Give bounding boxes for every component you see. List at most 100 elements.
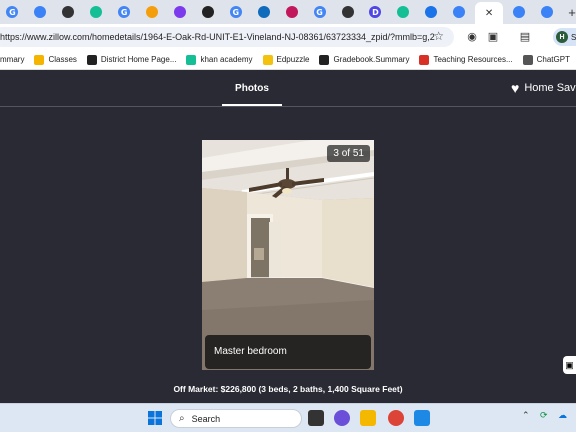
drive-icon [540,6,553,18]
browser-tab[interactable] [56,2,81,22]
browser-tab[interactable] [335,2,360,22]
address-bar[interactable]: https://www.zillow.com/homedetails/1964-… [0,27,454,47]
file-explorer-icon[interactable] [360,410,376,426]
bookmark-label: mmary [0,55,25,64]
photos-tab[interactable]: Photos [222,83,282,94]
side-panel-toggle-icon[interactable]: ▣ [563,356,576,374]
photo-viewer-header: Photos ♥ Home Sav [0,71,576,107]
copilot-icon[interactable] [334,410,350,426]
github-icon [341,6,354,18]
taskbar-search[interactable]: ⌕ Search [170,409,302,428]
sync-icon[interactable]: ⟳ [540,411,548,421]
browser-tab[interactable] [447,2,472,22]
search-icon [425,6,438,18]
khan-icon [397,6,410,18]
taskbar-search-label: Search [191,413,221,424]
outlook-icon [257,6,270,18]
save-home-label: Home Sav [524,82,576,94]
bookmark-item[interactable]: District Home Page... [86,54,177,65]
bookmark-item[interactable]: Gradebook.Summary [319,54,410,65]
browser-tab[interactable]: G [112,2,137,22]
onedrive-icon[interactable]: ☁ [558,411,567,421]
browser-tab[interactable] [534,2,559,22]
photo-counter: 3 of 51 [327,145,370,162]
profile-button[interactable]: H Sc [553,28,576,46]
active-tab[interactable]: ✕ [474,2,504,24]
bookmark-item[interactable]: Edpuzzle [262,54,310,65]
teaching-icon [419,54,430,65]
browser-tab[interactable] [140,2,165,22]
sidepanel-icon[interactable]: ▤ [519,30,531,43]
browser-tab[interactable] [168,2,193,22]
google-icon: G [313,6,326,18]
district-icon [86,54,97,65]
browser-tab[interactable] [419,2,444,22]
listing-summary: Off Market: $226,800 (3 beds, 2 baths, 1… [173,384,403,394]
google-icon: G [229,6,242,18]
bookmark-label: Gradebook.Summary [333,55,410,64]
windows-icon [148,411,162,425]
khan-icon [90,6,103,18]
new-tab-button[interactable]: + [568,5,576,20]
search-icon: ⌕ [179,413,185,424]
browser-tab[interactable] [391,2,416,22]
windows-taskbar: ⌕ Search ⌃ ⟳ ☁ [0,403,576,432]
photos-tab-underline [222,104,282,106]
bookmark-star-icon[interactable]: ☆ [433,29,444,43]
profile-label: Sc [571,32,576,42]
bookmark-label: Teaching Resources... [433,55,513,64]
bookmark-item[interactable]: Teaching Resources... [419,54,513,65]
photos-app-icon[interactable] [414,410,430,426]
chrome-icon[interactable] [388,410,404,426]
google-icon: G [6,6,19,18]
browser-tab[interactable] [84,2,109,22]
url-text[interactable]: https://www.zillow.com/homedetails/1964-… [0,32,435,42]
drive-icon [34,6,47,18]
listing-photo[interactable]: 3 of 51 Master bedroom [202,140,374,370]
tab-strip: G G G G D ✕ + [0,0,576,24]
drive-icon [512,6,525,18]
heart-icon: ♥ [511,80,520,96]
red-icon [285,6,298,18]
bookmarks-bar: mmary Classes District Home Page... khan ac… [0,50,576,70]
bookmark-item[interactable]: Classes [34,54,77,65]
browser-tab[interactable] [251,2,276,22]
bookmark-label: khan academy [200,55,253,64]
orange-icon [146,6,159,18]
bookmark-label: Edpuzzle [276,55,310,64]
edpuzzle-icon [262,54,273,65]
github-icon [62,6,75,18]
bookmark-item[interactable]: ChatGPT [522,54,570,65]
browser-tab[interactable] [28,2,53,22]
browser-tab[interactable] [279,2,304,22]
docs-icon: D [369,6,382,18]
browser-tab[interactable]: G [223,2,248,22]
browser-tab[interactable]: G [307,2,332,22]
extension-icon[interactable]: ◉ [466,30,478,43]
start-button[interactable] [147,410,163,426]
photo-caption: Master bedroom [205,335,371,369]
gradebook-icon [319,54,330,65]
tray-chevron-icon[interactable]: ⌃ [522,411,530,421]
chatgpt-icon [522,54,533,65]
save-home-button[interactable]: ♥ Home Sav [511,81,576,95]
classroom-icon [34,54,45,65]
avatar: H [556,31,568,43]
drive-icon [453,6,466,18]
puzzle-icon[interactable]: ▣ [487,30,499,43]
bookmark-label: District Home Page... [100,55,177,64]
bookmark-item[interactable]: mmary [0,55,24,64]
bookmark-item[interactable]: khan academy [186,54,253,65]
browser-tab[interactable] [195,2,220,22]
browser-toolbar: https://www.zillow.com/homedetails/1964-… [0,24,576,50]
khan-icon [186,54,197,65]
browser-tab[interactable] [506,2,531,22]
task-view-icon[interactable] [308,410,324,426]
google-icon: G [118,6,131,18]
black-icon [201,6,214,18]
browser-tab[interactable]: D [363,2,388,22]
browser-tab[interactable]: G [0,2,25,22]
purple-icon [173,6,186,18]
close-tab-icon[interactable]: ✕ [485,8,493,19]
bookmark-label: ChatGPT [536,55,570,64]
